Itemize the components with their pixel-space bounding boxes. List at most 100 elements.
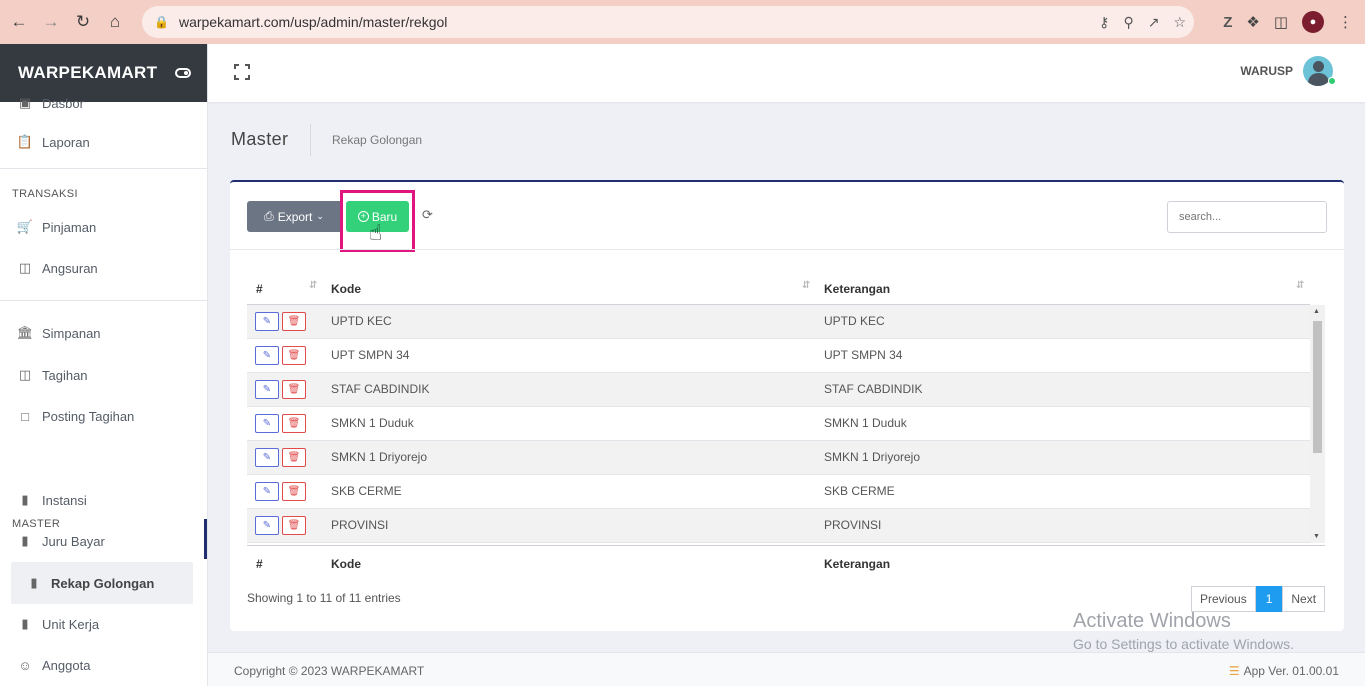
trash-icon[interactable]: 🗑 <box>282 312 306 331</box>
column-footer-kode: Kode <box>331 557 361 571</box>
sidebar-item-anggota[interactable]: ☺ Anggota <box>0 647 207 683</box>
reload-icon[interactable]: ↻ <box>70 9 96 35</box>
refresh-icon[interactable]: ⟳ <box>422 207 433 223</box>
sidebar-item-angsuran[interactable]: ◫ Angsuran <box>0 250 207 286</box>
scroll-down-icon[interactable]: ▼ <box>1313 533 1320 540</box>
sidebar-item-laporan[interactable]: 📋 Laporan <box>0 124 207 160</box>
lock-icon: 🔒 <box>154 15 169 29</box>
cell-keterangan: PROVINSI <box>824 518 882 532</box>
puzzle-icon[interactable]: ❖ <box>1246 13 1259 31</box>
pagination: Previous 1 Next <box>1191 586 1326 612</box>
sidebar: WARPEKAMART ▣ Dasbor 📋 Laporan TRANSAKSI 🛒… <box>0 44 208 686</box>
trash-icon[interactable]: 🗑 <box>282 414 306 433</box>
fullscreen-icon[interactable] <box>234 64 250 80</box>
column-footer-keterangan: Keterangan <box>824 557 891 571</box>
page-button-current[interactable]: 1 <box>1255 586 1283 612</box>
dashboard-icon: ▣ <box>18 95 32 110</box>
profile-avatar[interactable]: ● <box>1302 11 1324 33</box>
share-icon[interactable]: ↗ <box>1148 14 1160 31</box>
sidebar-item-tagihan[interactable]: ◫ Tagihan <box>0 357 207 393</box>
table-row: ✎ 🗑 UPT SMPN 34 UPT SMPN 34 <box>247 339 1310 373</box>
cell-keterangan: STAF CABDINDIK <box>824 382 923 396</box>
sort-icon[interactable]: ⇵ <box>1296 280 1304 291</box>
money-icon: ◫ <box>18 260 32 275</box>
user-icon: ☺ <box>18 657 32 673</box>
cell-kode: SMKN 1 Duduk <box>331 416 414 430</box>
edit-icon[interactable]: ✎ <box>255 482 279 501</box>
cell-keterangan: SKB CERME <box>824 484 895 498</box>
table-row: ✎ 🗑 SKB CERME SKB CERME <box>247 475 1310 509</box>
previous-page-button[interactable]: Previous <box>1191 586 1256 612</box>
page-footer: Copyright © 2023 WARPEKAMART ☰ App Ver. 0… <box>208 652 1365 686</box>
search-input[interactable] <box>1167 201 1327 233</box>
home-icon[interactable]: ⌂ <box>102 9 128 35</box>
toolbar-divider <box>230 249 1344 250</box>
sidebar-toggle-icon[interactable] <box>175 68 191 78</box>
more-menu-icon[interactable]: ⋮ <box>1338 13 1353 31</box>
trash-icon[interactable]: 🗑 <box>282 516 306 535</box>
table-scrollbar[interactable]: ▲ ▼ <box>1310 305 1325 543</box>
sidebar-item-simpanan[interactable]: 🏛 Simpanan <box>0 315 207 351</box>
sidepanel-icon[interactable]: ◫ <box>1274 13 1288 31</box>
trash-icon[interactable]: 🗑 <box>282 380 306 399</box>
layers-icon: ☰ <box>1228 664 1240 678</box>
edit-icon[interactable]: ✎ <box>255 516 279 535</box>
cell-kode: SMKN 1 Driyorejo <box>331 450 428 464</box>
edit-icon[interactable]: ✎ <box>255 448 279 467</box>
back-icon[interactable]: ← <box>6 9 32 35</box>
column-header-number[interactable]: # <box>256 282 263 296</box>
sidebar-item-instansi[interactable]: ▮ Instansi <box>0 482 207 518</box>
sidebar-item-juru-bayar[interactable]: ▮ Juru Bayar <box>0 523 207 559</box>
trash-icon[interactable]: 🗑 <box>282 482 306 501</box>
trash-icon[interactable]: 🗑 <box>282 346 306 365</box>
sidebar-item-unit-kerja[interactable]: ▮ Unit Kerja <box>0 606 207 642</box>
chevron-down-icon: ⌄ <box>316 211 324 221</box>
column-footer-number: # <box>256 557 263 571</box>
zoom-icon[interactable]: ⚲ <box>1123 14 1133 31</box>
bank-icon: 🏛 <box>16 325 34 340</box>
sidebar-item-dasbor[interactable]: ▣ Dasbor <box>0 85 207 121</box>
star-icon[interactable]: ☆ <box>1173 14 1186 31</box>
cell-keterangan: UPT SMPN 34 <box>824 348 903 362</box>
column-header-kode[interactable]: Kode <box>331 282 361 296</box>
sidebar-item-rekap-golongan[interactable]: ▮ Rekap Golongan <box>11 562 193 604</box>
key-icon[interactable]: ⚷ <box>1099 14 1109 31</box>
book-icon: ▮ <box>21 492 29 507</box>
url-text[interactable]: warpekamart.com/usp/admin/master/rekgol <box>179 14 447 30</box>
table-row: ✎ 🗑 PROVINSI PROVINSI <box>247 509 1310 543</box>
address-bar[interactable]: 🔒 warpekamart.com/usp/admin/master/rekgo… <box>142 6 1194 38</box>
export-button[interactable]: ⎙ Export ⌄ <box>247 201 341 232</box>
sidebar-item-pinjaman[interactable]: 🛒 Pinjaman <box>0 209 207 245</box>
table-row: ✎ 🗑 UPTD KEC UPTD KEC <box>247 305 1310 339</box>
forward-icon[interactable]: → <box>38 9 64 35</box>
cell-kode: UPTD KEC <box>331 314 392 328</box>
scroll-up-icon[interactable]: ▲ <box>1313 308 1320 315</box>
table-row: ✎ 🗑 SMKN 1 Duduk SMKN 1 Duduk <box>247 407 1310 441</box>
edit-icon[interactable]: ✎ <box>255 414 279 433</box>
sort-icon[interactable]: ⇵ <box>802 280 810 291</box>
trash-icon[interactable]: 🗑 <box>282 448 306 467</box>
sidebar-divider <box>0 300 207 301</box>
cell-kode: SKB CERME <box>331 484 402 498</box>
sort-icon[interactable]: ⇵ <box>309 280 317 291</box>
activation-watermark-title: Activate Windows <box>1073 610 1231 632</box>
column-header-keterangan[interactable]: Keterangan <box>824 282 890 296</box>
data-card: ⎙ Export ⌄ + Baru ☝ ⟳ # ⇵ Kode ⇵ Keteran… <box>230 180 1344 631</box>
next-page-button[interactable]: Next <box>1282 586 1326 612</box>
top-header: WARUSP <box>208 44 1365 102</box>
copyright-text: Copyright © 2023 WARPEKAMART <box>234 664 425 678</box>
extension-z-icon[interactable]: Z <box>1223 14 1232 31</box>
scrollbar-thumb[interactable] <box>1313 321 1322 453</box>
cell-kode: UPT SMPN 34 <box>331 348 410 362</box>
sidebar-divider <box>0 168 207 169</box>
table-info: Showing 1 to 11 of 11 entries <box>247 591 401 605</box>
sidebar-item-posting-tagihan[interactable]: □ Posting Tagihan <box>0 398 207 434</box>
table-row: ✎ 🗑 SMKN 1 Driyorejo SMKN 1 Driyorejo <box>247 441 1310 475</box>
edit-icon[interactable]: ✎ <box>255 312 279 331</box>
table-footer: # Kode Keterangan <box>247 545 1325 575</box>
username[interactable]: WARUSP <box>1240 64 1293 78</box>
cell-kode: PROVINSI <box>331 518 389 532</box>
edit-icon[interactable]: ✎ <box>255 380 279 399</box>
edit-icon[interactable]: ✎ <box>255 346 279 365</box>
note-icon: □ <box>21 408 29 424</box>
